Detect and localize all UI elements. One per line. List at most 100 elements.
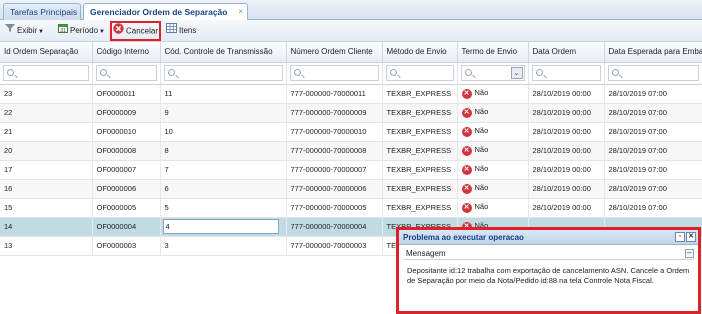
table-cell[interactable]: TEXBR_EXPRESS bbox=[382, 103, 458, 123]
table-cell[interactable]: 4 bbox=[160, 217, 287, 237]
filter-input[interactable] bbox=[531, 65, 601, 81]
periodo-button[interactable]: 31 Período▼ bbox=[58, 23, 108, 39]
filter-input[interactable] bbox=[3, 65, 89, 81]
popup-title-bar[interactable]: Problema ao executar operacao ▫ ✕ bbox=[399, 230, 698, 245]
table-row[interactable]: 23 OF0000011 11 777-000000-70000011 TEXBR_EX… bbox=[0, 84, 702, 104]
table-cell[interactable]: TEXBR_EXPRESS bbox=[382, 122, 458, 142]
table-cell[interactable]: TEXBR_EXPRESS bbox=[382, 160, 458, 180]
table-cell[interactable]: ✕ Não bbox=[457, 103, 529, 123]
table-cell[interactable]: OF0000011 bbox=[92, 84, 161, 104]
table-cell[interactable]: OF0000004 bbox=[92, 217, 161, 237]
table-cell[interactable]: OF0000008 bbox=[92, 141, 161, 161]
column-header-metodo-envio[interactable]: Método de Envio bbox=[382, 42, 458, 63]
table-cell[interactable]: 10 bbox=[160, 122, 287, 142]
table-cell[interactable]: 28/10/2019 00:00 bbox=[528, 198, 605, 218]
table-cell[interactable]: OF0000007 bbox=[92, 160, 161, 180]
filter-input[interactable] bbox=[163, 65, 283, 81]
column-header-data-ordem[interactable]: Data Ordem bbox=[528, 42, 605, 63]
cell-editor-input[interactable]: 4 bbox=[162, 219, 279, 234]
table-cell[interactable]: 28/10/2019 07:00 bbox=[604, 198, 702, 218]
column-header-termo-envio[interactable]: Termo de Envio bbox=[457, 42, 529, 63]
itens-button[interactable]: Itens bbox=[166, 23, 206, 39]
table-cell[interactable]: 23 bbox=[0, 84, 93, 104]
table-row[interactable]: 16 OF0000006 6 777-000000-70000006 TEXBR_EXP… bbox=[0, 179, 702, 199]
table-cell[interactable]: 28/10/2019 07:00 bbox=[604, 103, 702, 123]
table-cell[interactable]: ✕ Não bbox=[457, 141, 529, 161]
table-cell[interactable]: TEXBR_EXPRESS bbox=[382, 179, 458, 199]
table-cell[interactable]: ✕ Não bbox=[457, 84, 529, 104]
filter-input[interactable] bbox=[385, 65, 454, 81]
table-cell[interactable]: 28/10/2019 07:00 bbox=[604, 141, 702, 161]
table-cell[interactable]: 8 bbox=[160, 141, 287, 161]
table-cell[interactable]: 28/10/2019 00:00 bbox=[528, 160, 605, 180]
table-cell[interactable]: 777-000000-70000004 bbox=[286, 217, 383, 237]
table-row[interactable]: 21 OF0000010 10 777-000000-70000010 TEXBR_EX… bbox=[0, 122, 702, 142]
exibir-button[interactable]: Exibir▼ bbox=[5, 23, 53, 39]
table-row[interactable]: 20 OF0000008 8 777-000000-70000008 TEXBR_EXP… bbox=[0, 141, 702, 161]
table-cell[interactable]: 777-000000-70000006 bbox=[286, 179, 383, 199]
table-cell[interactable]: TEXBR_EXPRESS bbox=[382, 141, 458, 161]
table-cell[interactable]: 28/10/2019 00:00 bbox=[528, 179, 605, 199]
table-cell[interactable]: 28/10/2019 00:00 bbox=[528, 84, 605, 104]
table-cell[interactable]: ✕ Não bbox=[457, 179, 529, 199]
table-cell[interactable]: 28/10/2019 07:00 bbox=[604, 84, 702, 104]
tab-tarefas-principais[interactable]: Tarefas Principais bbox=[3, 3, 81, 20]
cancelar-button[interactable]: Cancelar bbox=[110, 21, 161, 41]
column-header-data-esperada[interactable]: Data Esperada para Emba bbox=[604, 42, 702, 63]
table-cell[interactable]: ✕ Não bbox=[457, 198, 529, 218]
table-cell[interactable]: 6 bbox=[160, 179, 287, 199]
table-cell[interactable]: 777-000000-70000010 bbox=[286, 122, 383, 142]
table-cell[interactable]: ✕ Não bbox=[457, 160, 529, 180]
table-cell[interactable]: TEXBR_EXPRESS bbox=[382, 198, 458, 218]
column-header-id[interactable]: Id Ordem Separação bbox=[0, 42, 93, 63]
filter-input[interactable] bbox=[95, 65, 157, 81]
table-cell[interactable]: 22 bbox=[0, 103, 93, 123]
table-row[interactable]: 15 OF0000005 5 777-000000-70000005 TEXBR_EXP… bbox=[0, 198, 702, 218]
table-cell[interactable]: 28/10/2019 00:00 bbox=[528, 141, 605, 161]
chevron-down-icon[interactable]: ⌄ bbox=[510, 67, 523, 79]
table-cell[interactable]: 7 bbox=[160, 160, 287, 180]
table-cell[interactable]: 13 bbox=[0, 236, 93, 256]
table-cell[interactable]: 777-000000-70000008 bbox=[286, 141, 383, 161]
column-header-codigo-interno[interactable]: Código Interno bbox=[92, 42, 161, 63]
table-cell[interactable]: OF0000009 bbox=[92, 103, 161, 123]
collapse-icon[interactable]: – bbox=[685, 249, 694, 258]
table-cell[interactable]: 15 bbox=[0, 198, 93, 218]
table-cell[interactable]: 3 bbox=[160, 236, 287, 256]
table-cell[interactable]: ✕ Não bbox=[457, 122, 529, 142]
filter-input[interactable] bbox=[289, 65, 379, 81]
table-cell[interactable]: 21 bbox=[0, 122, 93, 142]
column-header-controle-transmissao[interactable]: Cód. Controle de Transmissão bbox=[160, 42, 287, 63]
table-cell[interactable]: 28/10/2019 07:00 bbox=[604, 179, 702, 199]
close-icon[interactable]: ✕ bbox=[686, 232, 696, 242]
table-cell[interactable]: 777-000000-70000011 bbox=[286, 84, 383, 104]
close-icon[interactable]: × bbox=[238, 4, 243, 20]
maximize-icon[interactable]: ▫ bbox=[675, 232, 685, 242]
table-row[interactable]: 22 OF0000009 9 777-000000-70000009 TEXBR_EXP… bbox=[0, 103, 702, 123]
table-cell[interactable]: OF0000010 bbox=[92, 122, 161, 142]
table-row[interactable]: 17 OF0000007 7 777-000000-70000007 TEXBR_EXP… bbox=[0, 160, 702, 180]
table-cell[interactable]: 777-000000-70000009 bbox=[286, 103, 383, 123]
table-cell[interactable]: 5 bbox=[160, 198, 287, 218]
table-cell[interactable]: 28/10/2019 00:00 bbox=[528, 103, 605, 123]
table-cell[interactable]: 9 bbox=[160, 103, 287, 123]
filter-select[interactable]: ⌄ bbox=[460, 65, 525, 81]
table-cell[interactable]: 14 bbox=[0, 217, 93, 237]
table-cell[interactable]: 777-000000-70000007 bbox=[286, 160, 383, 180]
table-cell[interactable]: 11 bbox=[160, 84, 287, 104]
table-cell[interactable]: 777-000000-70000005 bbox=[286, 198, 383, 218]
table-cell[interactable]: 28/10/2019 07:00 bbox=[604, 122, 702, 142]
table-cell[interactable]: TEXBR_EXPRESS bbox=[382, 84, 458, 104]
table-cell[interactable]: 28/10/2019 00:00 bbox=[528, 122, 605, 142]
table-cell[interactable]: 17 bbox=[0, 160, 93, 180]
column-header-numero-ordem-cliente[interactable]: Número Ordem Cliente bbox=[286, 42, 383, 63]
table-cell[interactable]: OF0000006 bbox=[92, 179, 161, 199]
table-cell[interactable]: OF0000005 bbox=[92, 198, 161, 218]
table-cell[interactable]: 16 bbox=[0, 179, 93, 199]
table-cell[interactable]: 777-000000-70000003 bbox=[286, 236, 383, 256]
tab-gerenciador-ordem-separacao[interactable]: Gerenciador Ordem de Separação × bbox=[83, 3, 248, 21]
filter-input[interactable] bbox=[607, 65, 699, 81]
table-cell[interactable]: 20 bbox=[0, 141, 93, 161]
table-cell[interactable]: 28/10/2019 07:00 bbox=[604, 160, 702, 180]
table-cell[interactable]: OF0000003 bbox=[92, 236, 161, 256]
